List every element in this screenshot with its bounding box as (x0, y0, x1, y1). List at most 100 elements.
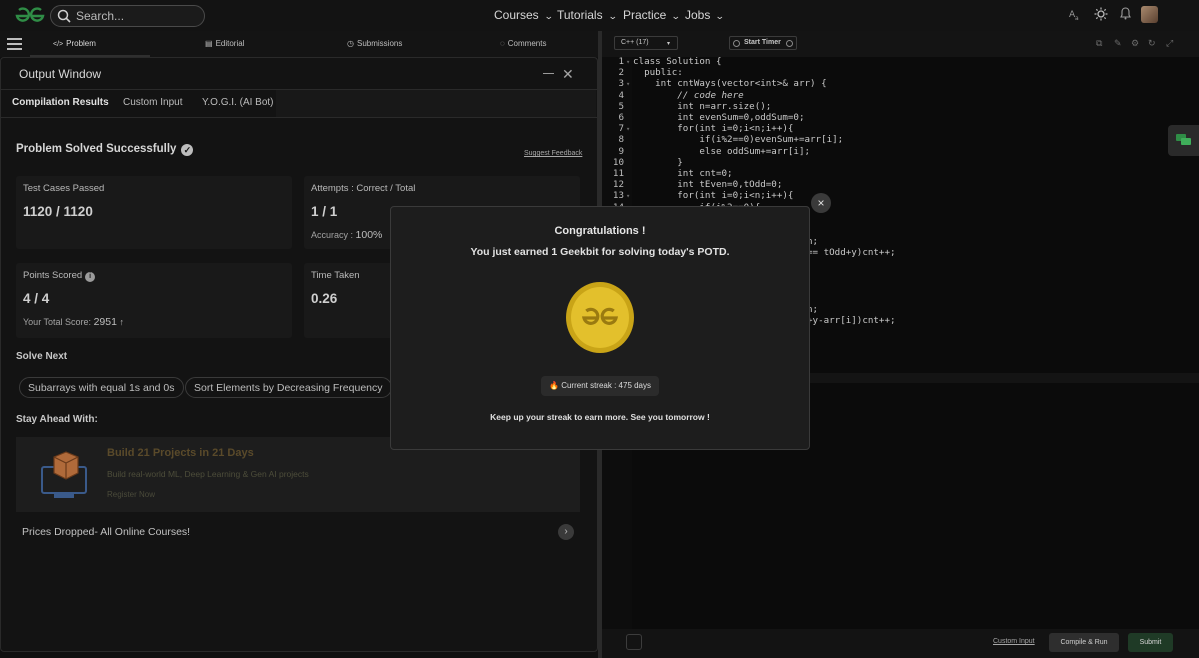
nav-courses[interactable]: Courses ⌄ (494, 8, 554, 22)
promo-text: Prices Dropped- All Online Courses! (22, 526, 191, 538)
geeksforgeeks-logo[interactable] (13, 6, 47, 26)
chevron-right-icon[interactable]: › (558, 524, 574, 540)
streak-text: Current streak : 475 days (561, 381, 652, 390)
timer-icon (733, 40, 740, 47)
code-line[interactable]: if(i%2==0)evenSum+=arr[i]; (633, 134, 843, 145)
user-avatar[interactable] (1141, 6, 1158, 23)
search-bar[interactable]: Search... (50, 5, 205, 27)
nav-tutorials-label: Tutorials (557, 8, 603, 22)
modal-title: Congratulations ! (554, 225, 646, 237)
modal-footer: Keep up your streak to earn more. See yo… (490, 412, 710, 422)
line-number: 6 (618, 112, 624, 123)
close-icon[interactable]: ✕ (562, 66, 574, 83)
accuracy: Accuracy : 100% (311, 229, 382, 241)
theme-toggle-icon[interactable] (1094, 7, 1108, 21)
banner-title: Build 21 Projects in 21 Days (107, 447, 254, 459)
compile-run-button[interactable]: Compile & Run (1049, 633, 1119, 652)
total-score-value: 2951 (93, 316, 117, 328)
test-cases-label: Test Cases Passed (23, 183, 105, 194)
fullscreen-icon[interactable]: ⤢ (1166, 38, 1173, 49)
line-number: 10 (612, 156, 624, 168)
line-number: 12 (612, 179, 624, 191)
line-number: 9 (618, 145, 624, 157)
nav-practice[interactable]: Practice ⌄ (623, 8, 682, 22)
edit-icon[interactable]: ✎ (1114, 38, 1122, 49)
chevron-down-icon: ⌄ (671, 11, 682, 21)
tab-comments[interactable]: ◌ Comments (500, 39, 546, 48)
code-line[interactable]: int tEven=0,tOdd=0; (633, 179, 782, 190)
chevron-down-icon: ⌄ (543, 11, 554, 21)
editor-toolbar (602, 31, 1199, 57)
attempts-value: 1 / 1 (311, 204, 338, 219)
code-line[interactable]: // code here (633, 90, 743, 101)
copy-icon[interactable]: ⧉ (1096, 38, 1102, 49)
nav-tutorials[interactable]: Tutorials ⌄ (557, 8, 617, 22)
tab-custom-input[interactable]: Custom Input (123, 97, 182, 108)
tab-submissions-label: Submissions (356, 39, 403, 48)
modal-close-button[interactable]: × (811, 193, 831, 213)
fold-arrow-icon[interactable]: ▾ (626, 58, 630, 66)
code-line[interactable]: int n=arr.size(); (633, 101, 771, 112)
tab-submissions[interactable]: ◷ Submissions (347, 39, 402, 48)
minimize-icon[interactable] (543, 73, 554, 74)
line-number: 2 (618, 67, 624, 79)
accuracy-label: Accuracy : (311, 230, 354, 240)
code-line[interactable]: } (633, 157, 683, 168)
comment-icon: ◌ (500, 39, 505, 48)
tab-yogi-ai-bot[interactable]: Y.O.G.I. (AI Bot) (202, 97, 274, 108)
output-window-title: Output Window (19, 67, 102, 81)
language-select[interactable]: C++ (17) ▾ (614, 36, 678, 50)
chat-button[interactable] (1168, 125, 1199, 156)
info-icon[interactable]: i (85, 272, 96, 282)
streak-badge: 🔥 Current streak : 475 days (541, 376, 659, 396)
expand-console-button[interactable] (626, 634, 642, 650)
settings-icon[interactable]: ⚙ (1131, 38, 1139, 49)
code-line[interactable]: class Solution { (633, 56, 722, 67)
nav-jobs[interactable]: Jobs ⌄ (685, 8, 725, 22)
banner-register-link[interactable]: Register Now (107, 490, 155, 499)
fold-arrow-icon[interactable]: ▾ (626, 192, 630, 200)
translate-icon[interactable]: Aa (1069, 7, 1081, 21)
code-line[interactable]: int cnt=0; (633, 168, 732, 179)
points-label-text: Points Scored (23, 270, 83, 281)
geekbit-coin-icon (566, 282, 634, 353)
status-heading: Problem Solved Successfully ✓ (16, 143, 194, 156)
language-label: C++ (17) (621, 39, 649, 46)
code-line[interactable]: for(int i=0;i<n;i++){ (633, 190, 793, 201)
start-timer-button[interactable]: Start Timer (729, 36, 797, 50)
points-card: Points Scored i 4 / 4 Your Total Score: 2… (16, 263, 292, 338)
suggest-feedback-link[interactable]: Suggest Feedback (524, 150, 582, 157)
fold-arrow-icon[interactable]: ▾ (626, 125, 630, 133)
hamburger-menu-icon[interactable] (7, 38, 22, 50)
time-label: Time Taken (311, 270, 360, 281)
code-line[interactable]: public: (633, 67, 683, 78)
custom-input-link[interactable]: Custom Input (993, 638, 1035, 645)
tab-problem[interactable]: </> Problem (53, 39, 96, 48)
line-number: 7 (618, 123, 624, 135)
time-value: 0.26 (311, 291, 338, 306)
tab-editorial[interactable]: ▤ Editorial (205, 39, 244, 48)
tab-problem-label: Problem (66, 39, 96, 48)
bell-icon[interactable] (1120, 7, 1131, 20)
stay-ahead-heading: Stay Ahead With: (16, 414, 98, 425)
solve-next-heading: Solve Next (16, 351, 68, 362)
code-line[interactable]: else oddSum+=arr[i]; (633, 146, 810, 157)
code-line[interactable]: for(int i=0;i<n;i++){ (633, 123, 793, 134)
nav-jobs-label: Jobs (685, 8, 711, 22)
solve-next-item[interactable]: Sort Elements by Decreasing Frequency (185, 377, 392, 398)
timer-info-icon (786, 40, 793, 47)
submit-button[interactable]: Submit (1128, 633, 1173, 652)
reset-icon[interactable]: ↻ (1148, 38, 1156, 49)
line-number: 5 (618, 100, 624, 112)
tab-compilation-results[interactable]: Compilation Results (12, 97, 109, 108)
total-score-label: Your Total Score: (23, 317, 92, 327)
modal-message: You just earned 1 Geekbit for solving to… (470, 246, 730, 258)
banner-subtitle: Build real-world ML, Deep Learning & Gen… (107, 469, 309, 479)
solve-next-item[interactable]: Subarrays with equal 1s and 0s (19, 377, 184, 398)
code-line[interactable]: int evenSum=0,oddSum=0; (633, 112, 804, 123)
clock-icon: ◷ (347, 39, 354, 48)
search-icon (57, 9, 71, 23)
fold-arrow-icon[interactable]: ▾ (626, 80, 630, 88)
code-line[interactable]: int cntWays(vector<int>& arr) { (633, 78, 826, 89)
timer-label: Start Timer (744, 39, 781, 46)
